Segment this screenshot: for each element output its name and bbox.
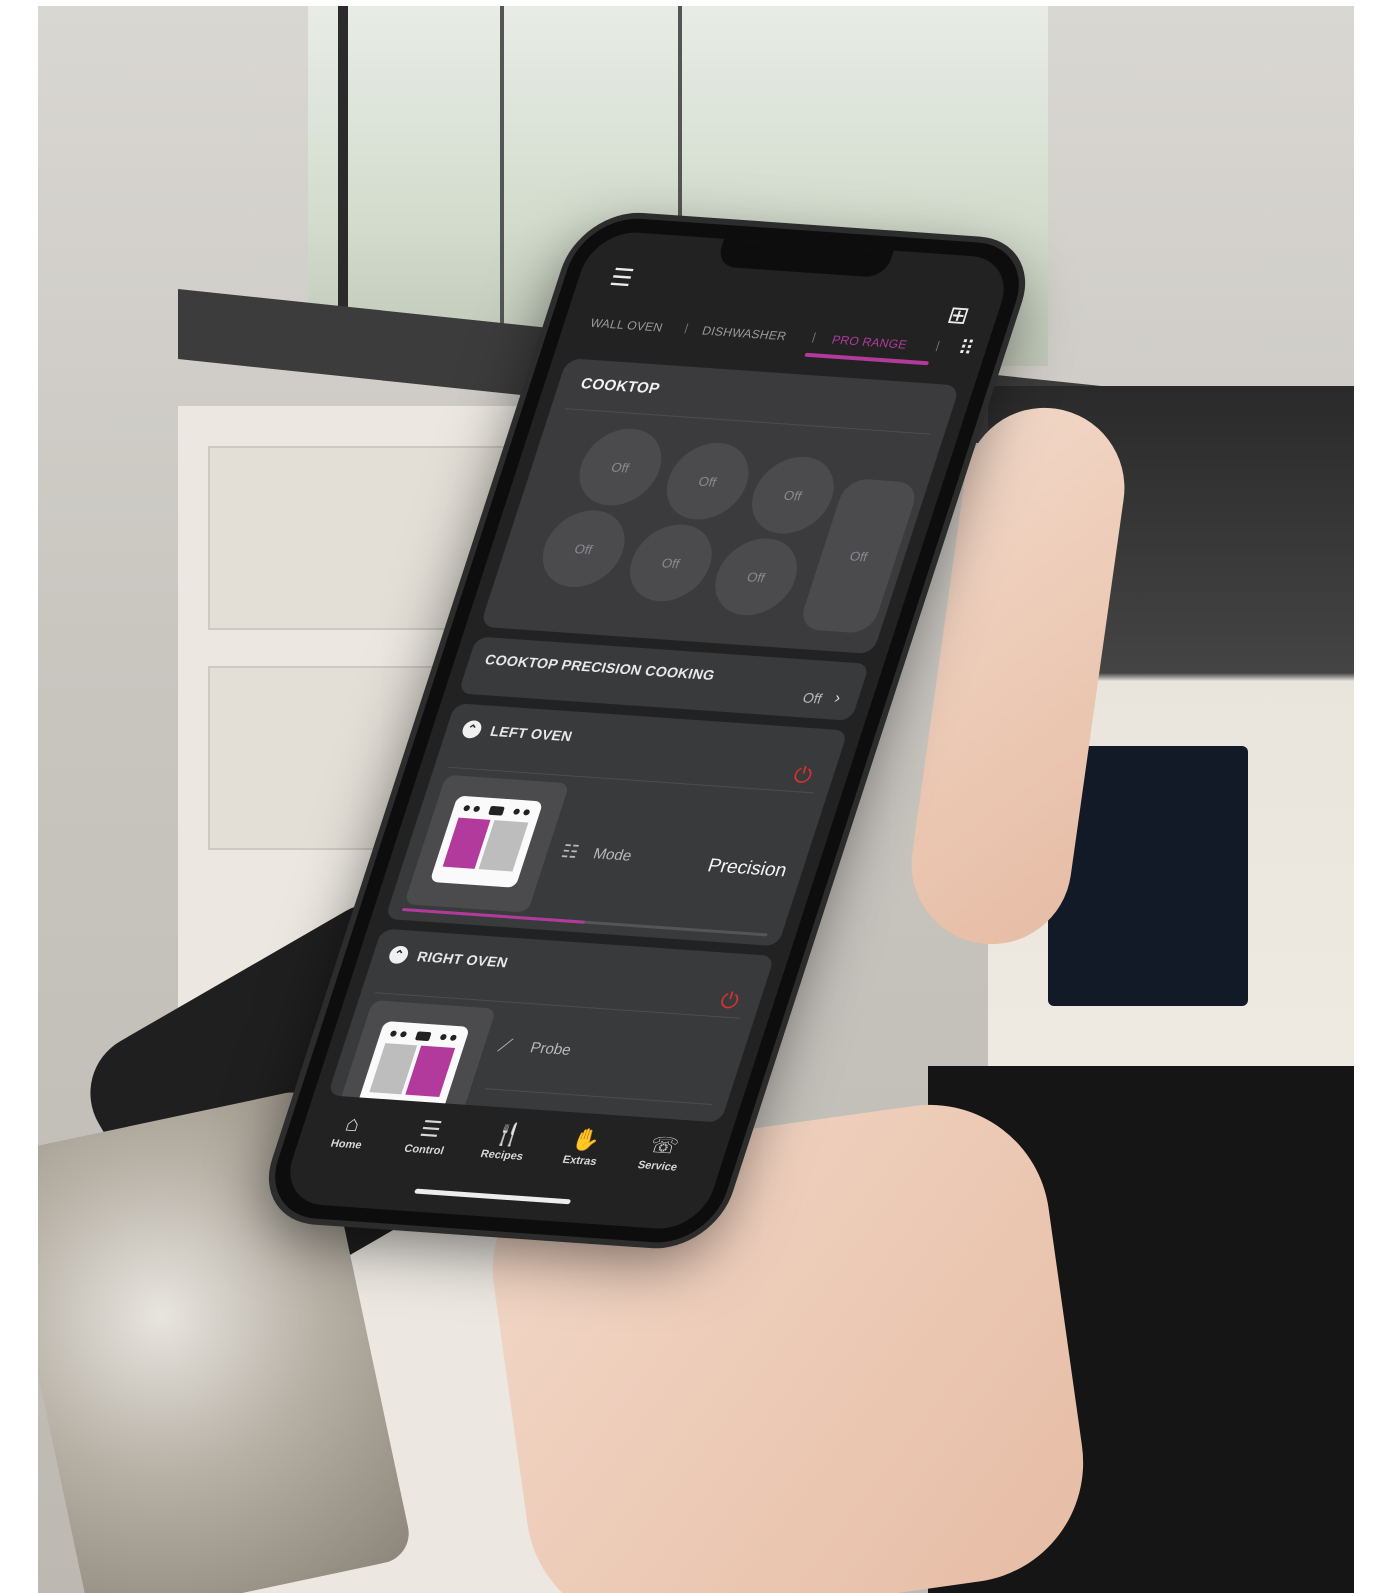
nav-label: Service (636, 1159, 679, 1174)
sliders-icon: ☷ (558, 841, 582, 862)
notch (715, 238, 894, 279)
window-mullion (338, 6, 348, 346)
nav-label: Recipes (478, 1148, 525, 1163)
chevron-right-icon: › (832, 689, 843, 707)
burner[interactable]: Off (619, 521, 723, 604)
tab-dishwasher[interactable]: DISHWASHER (700, 324, 788, 344)
nav-extras[interactable]: ✋ Extras (540, 1125, 629, 1170)
menu-icon[interactable]: ☰ (603, 264, 639, 292)
oven-icon (429, 795, 544, 888)
burner[interactable]: Off (704, 535, 808, 618)
precision-cooking-value: Off (800, 689, 825, 707)
extras-icon: ✋ (568, 1126, 605, 1154)
power-icon[interactable]: ⏻ (714, 988, 746, 1014)
home-indicator[interactable] (413, 1188, 572, 1205)
tab-pro-range[interactable]: PRO RANGE (830, 333, 909, 352)
mode-value[interactable]: Precision (705, 855, 790, 882)
tab-separator: | (934, 339, 942, 352)
tab-separator: | (683, 322, 690, 335)
nav-home[interactable]: ⌂ Home (306, 1109, 395, 1154)
tab-separator: | (810, 331, 818, 344)
nav-label: Home (329, 1137, 364, 1152)
window-mullion (500, 6, 504, 346)
add-appliance-icon[interactable]: ⊞ (940, 302, 976, 330)
burner[interactable]: Off (741, 454, 845, 537)
left-oven-thumbnail (403, 774, 570, 913)
burner[interactable]: Off (532, 507, 636, 590)
precision-cooking-title: COOKTOP PRECISION COOKING (483, 651, 718, 683)
chevron-up-icon[interactable]: ⌃ (460, 719, 484, 739)
burner[interactable]: Off (569, 426, 672, 509)
nav-control[interactable]: ☰ Control (384, 1114, 473, 1159)
right-oven-title: RIGHT OVEN (415, 948, 511, 971)
right-oven-card: ⌃ RIGHT OVEN ⏻ ⟋ Probe (327, 928, 775, 1139)
left-oven-card: ⌃ LEFT OVEN ⏻ ☷ Mode Precision (384, 703, 849, 947)
nav-recipes[interactable]: 🍴 Recipes (462, 1120, 551, 1165)
left-oven-progress (401, 907, 768, 937)
service-icon: ☏ (646, 1132, 682, 1159)
grid-icon[interactable]: ⠿ (948, 335, 984, 362)
power-icon[interactable]: ⏻ (787, 762, 819, 788)
tab-wall-oven[interactable]: WALL OVEN (589, 316, 665, 335)
probe-icon: ⟋ (495, 1035, 515, 1056)
nav-label: Control (402, 1142, 446, 1158)
divider (484, 1088, 713, 1106)
mode-label[interactable]: Mode (591, 845, 634, 864)
probe-label[interactable]: Probe (528, 1039, 573, 1058)
cooktop-title: COOKTOP (578, 375, 663, 398)
active-tab-indicator (804, 352, 930, 366)
nav-label: Extras (560, 1153, 599, 1168)
nav-service[interactable]: ☏ Service (618, 1130, 707, 1175)
recipes-icon: 🍴 (491, 1121, 527, 1148)
cooktop-card: COOKTOP Off Off Off Off Off Off Off (479, 358, 961, 655)
left-oven-title: LEFT OVEN (488, 722, 575, 745)
chevron-up-icon[interactable]: ⌃ (386, 945, 411, 965)
control-icon: ☰ (417, 1116, 445, 1142)
home-icon: ⌂ (342, 1110, 364, 1137)
burner[interactable]: Off (656, 440, 759, 523)
